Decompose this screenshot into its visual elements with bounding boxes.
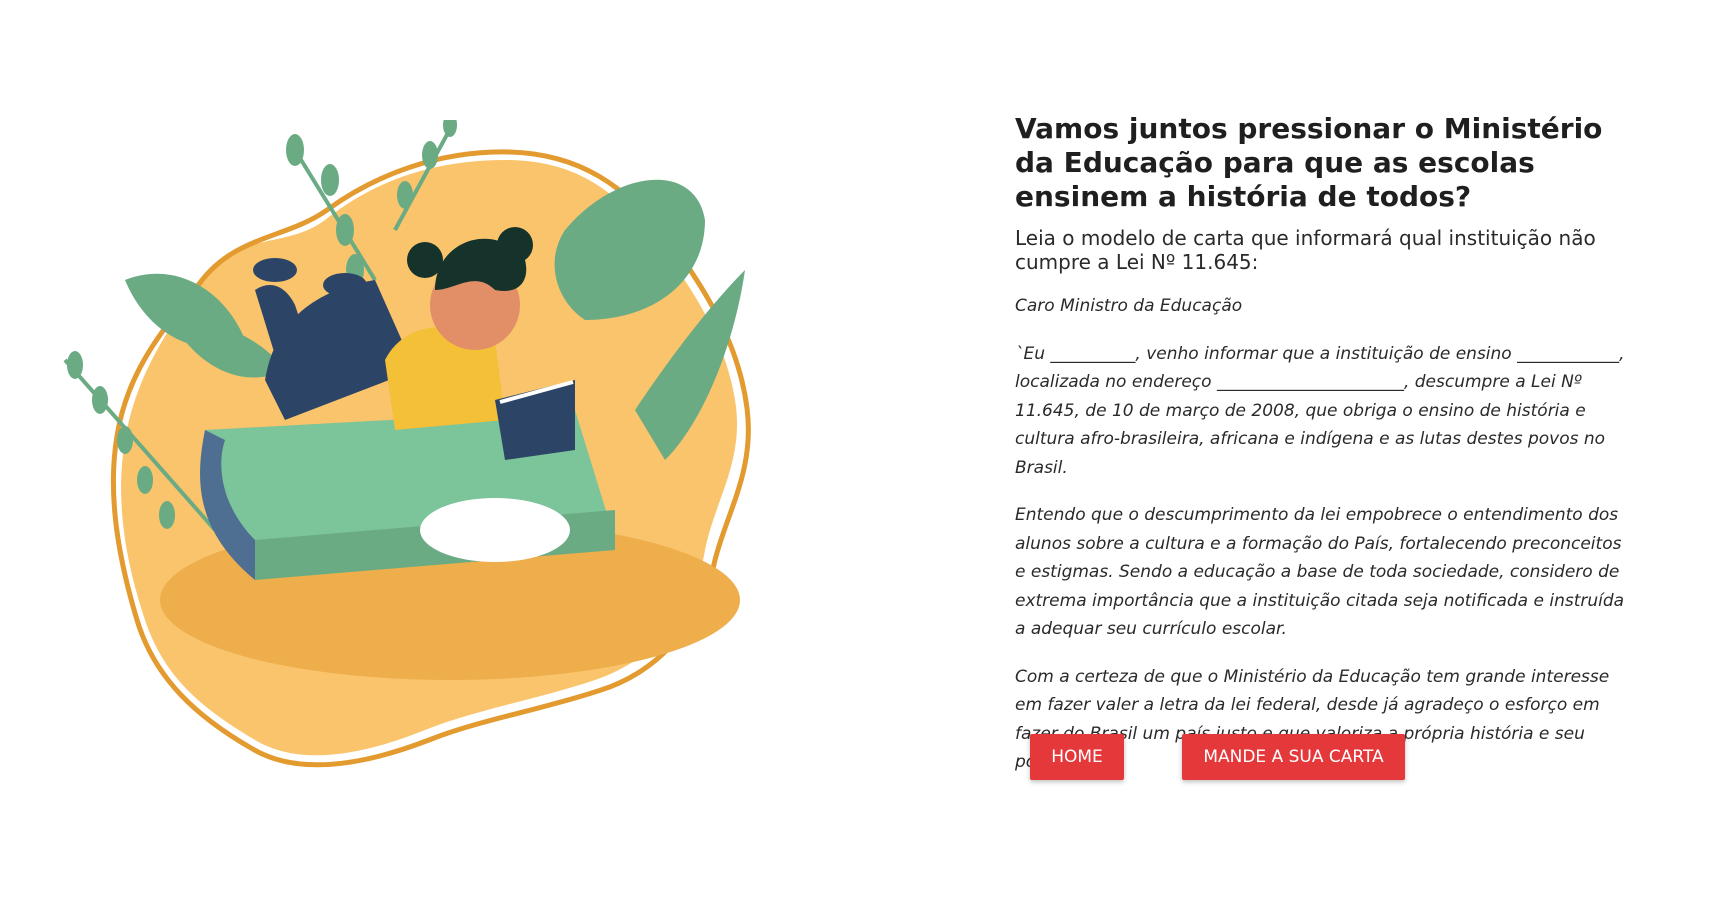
page-title: Vamos juntos pressionar o Ministério da … bbox=[1015, 112, 1603, 213]
letter-greeting: Caro Ministro da Educação bbox=[1015, 296, 1243, 316]
page: Vamos juntos pressionar o Ministério da … bbox=[0, 0, 1713, 917]
girl-reading-illustration bbox=[63, 120, 751, 768]
letter-paragraph-2: Entendo que o descumprimento da lei empo… bbox=[1015, 505, 1625, 639]
letter-section: Vamos juntos pressionar o Ministério da … bbox=[1015, 112, 1635, 796]
send-letter-button[interactable]: MANDE A SUA CARTA bbox=[1182, 734, 1405, 780]
letter-template: Caro Ministro da Educação `Eu __________… bbox=[1015, 292, 1635, 777]
letter-paragraph-1: `Eu __________, venho informar que a ins… bbox=[1015, 343, 1625, 478]
home-button[interactable]: HOME bbox=[1030, 734, 1124, 780]
subtitle: Leia o modelo de carta que informará qua… bbox=[1015, 226, 1596, 274]
